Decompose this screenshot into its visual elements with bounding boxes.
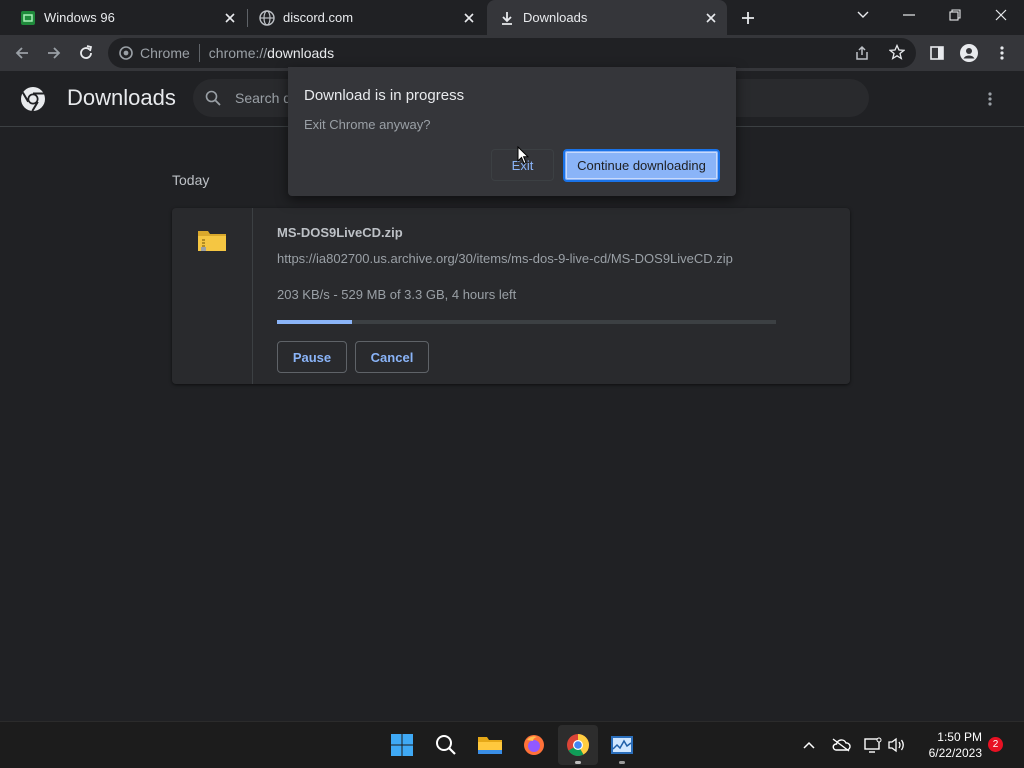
forward-button[interactable] <box>38 37 70 69</box>
task-manager-button[interactable] <box>602 725 642 765</box>
menu-button[interactable] <box>986 37 1018 69</box>
kebab-menu-icon <box>1000 46 1004 60</box>
firefox-icon <box>524 735 544 755</box>
taskbar-clock[interactable]: 1:50 PM 6/22/2023 <box>910 729 982 761</box>
notification-badge[interactable]: 2 <box>988 737 1003 752</box>
page-title: Downloads <box>67 85 176 110</box>
side-panel-button[interactable] <box>921 37 953 69</box>
tab-search-button[interactable] <box>841 0 885 30</box>
section-heading-today: Today <box>172 172 210 188</box>
file-name: MS-DOS9LiveCD.zip <box>277 225 403 240</box>
address-bar[interactable]: Chrome chrome:// downloads <box>108 38 916 68</box>
arrow-left-icon <box>15 47 28 59</box>
running-indicator <box>619 761 625 764</box>
windows-start-icon <box>391 734 413 756</box>
cloud-offline-icon <box>832 738 851 752</box>
chrome-logo-icon <box>20 86 46 117</box>
close-tab-icon[interactable] <box>701 8 721 28</box>
search-icon <box>436 735 456 755</box>
tab-downloads[interactable]: Downloads <box>487 0 727 35</box>
running-indicator <box>575 761 581 764</box>
windows96-icon <box>20 10 36 26</box>
restore-icon <box>949 9 961 21</box>
cancel-button[interactable]: Cancel <box>355 341 429 373</box>
file-explorer-button[interactable] <box>470 725 510 765</box>
chevron-down-icon <box>857 11 869 18</box>
reload-icon <box>80 45 93 59</box>
network-button[interactable] <box>862 734 884 756</box>
browser-toolbar: Chrome chrome:// downloads <box>0 35 1024 71</box>
download-icon <box>499 10 515 26</box>
chevron-up-icon <box>803 741 815 749</box>
dialog-title: Download is in progress <box>304 87 465 104</box>
show-hidden-icons-button[interactable] <box>798 734 820 756</box>
download-progress-fill <box>277 320 352 324</box>
taskbar-search-button[interactable] <box>426 725 466 765</box>
chrome-icon <box>567 734 589 756</box>
file-explorer-icon <box>478 737 502 754</box>
onedrive-button[interactable] <box>830 734 852 756</box>
clock-time: 1:50 PM <box>937 730 982 744</box>
tab-title: discord.com <box>283 10 354 25</box>
download-item-card: MS-DOS9LiveCD.zip https://ia802700.us.ar… <box>172 208 850 384</box>
download-status: 203 KB/s - 529 MB of 3.3 GB, 4 hours lef… <box>277 287 517 302</box>
continue-downloading-button[interactable]: Continue downloading <box>563 149 720 182</box>
plus-icon <box>742 12 754 24</box>
share-icon[interactable] <box>854 45 870 64</box>
mouse-cursor-icon <box>517 145 530 170</box>
back-button[interactable] <box>6 37 38 69</box>
file-source-url[interactable]: https://ia802700.us.archive.org/30/items… <box>277 251 733 266</box>
arrow-right-icon <box>48 47 61 59</box>
reload-button[interactable] <box>70 37 102 69</box>
kebab-menu-icon <box>988 92 992 106</box>
close-icon <box>995 9 1007 21</box>
tab-title: Downloads <box>523 10 588 25</box>
profile-button[interactable] <box>953 37 985 69</box>
url-host: downloads <box>267 45 335 61</box>
tab-strip: Windows 96 discord.com Downloads <box>0 0 1024 35</box>
close-tab-icon[interactable] <box>220 8 240 28</box>
tab-title: Windows 96 <box>44 10 115 25</box>
zip-folder-icon[interactable] <box>197 227 227 258</box>
restore-button[interactable] <box>933 0 977 30</box>
firefox-button[interactable] <box>514 725 554 765</box>
minimize-button[interactable] <box>887 0 931 30</box>
close-tab-icon[interactable] <box>459 8 479 28</box>
downloads-menu-button[interactable] <box>978 85 1002 113</box>
chrome-button[interactable] <box>558 725 598 765</box>
chrome-site-icon <box>118 45 134 61</box>
tab-discord[interactable]: discord.com <box>247 0 485 35</box>
speaker-icon <box>888 737 904 753</box>
clock-date: 6/22/2023 <box>928 746 982 760</box>
globe-icon <box>259 9 275 26</box>
tab-windows96[interactable]: Windows 96 <box>8 0 246 35</box>
minimize-icon <box>903 14 915 16</box>
site-label: Chrome <box>140 45 190 61</box>
search-icon <box>205 90 221 106</box>
exit-confirmation-dialog: Download is in progress Exit Chrome anyw… <box>288 67 736 196</box>
url-scheme: chrome:// <box>208 45 268 61</box>
omnibox-divider <box>198 44 200 62</box>
close-window-button[interactable] <box>979 0 1023 30</box>
profile-icon <box>960 44 978 62</box>
download-progress-bar <box>277 320 776 324</box>
dialog-message: Exit Chrome anyway? <box>304 117 431 132</box>
new-tab-button[interactable] <box>737 7 759 29</box>
bookmark-star-icon[interactable] <box>888 43 906 63</box>
card-divider <box>252 208 253 384</box>
network-icon <box>864 737 882 753</box>
windows-taskbar: 1:50 PM 6/22/2023 2 <box>0 721 1024 768</box>
task-manager-icon <box>611 736 633 754</box>
pause-button[interactable]: Pause <box>277 341 347 373</box>
start-button[interactable] <box>382 725 422 765</box>
volume-button[interactable] <box>886 734 908 756</box>
side-panel-icon <box>930 46 944 60</box>
